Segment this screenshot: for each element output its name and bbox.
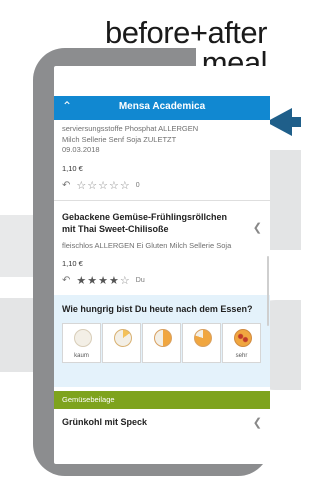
star-icon[interactable]: ☆	[76, 179, 86, 192]
star-icon[interactable]: ★	[87, 274, 97, 287]
hunger-survey: Wie hungrig bist Du heute nach dem Essen…	[54, 295, 270, 387]
hunger-options: kaum sehr	[62, 323, 262, 363]
share-icon[interactable]: ❮	[253, 221, 262, 234]
star-icon[interactable]: ★	[76, 274, 86, 287]
hunger-question: Wie hungrig bist Du heute nach dem Essen…	[62, 304, 253, 314]
pizza-slice-icon	[114, 329, 132, 347]
star-icon[interactable]: ☆	[109, 179, 119, 192]
meal-title: Grünkohl mit Speck	[62, 417, 148, 427]
app-title: Mensa Academica	[118, 101, 206, 112]
undo-icon[interactable]: ↶	[62, 180, 70, 191]
empty-plate-icon	[74, 329, 92, 347]
meal-card: serviersungsstoffe Phosphat ALLERGEN Mil…	[54, 124, 270, 192]
rating-user-label: Du	[135, 277, 145, 284]
allergen-list: serviersungsstoffe Phosphat ALLERGEN Mil…	[62, 124, 262, 156]
divider	[54, 199, 270, 201]
allergen-date: 09.03.2018	[62, 145, 100, 154]
meal-price: 1,10 €	[62, 259, 83, 268]
rating-row: ↶ ★ ★ ★ ★ ☆ Du	[62, 274, 262, 287]
star-icon[interactable]: ☆	[120, 274, 130, 287]
most-pizza-icon	[194, 329, 212, 347]
undo-icon[interactable]: ↶	[62, 275, 70, 286]
app-screen: ⌃ Mensa Academica serviersungsstoffe Pho…	[54, 66, 270, 464]
star-icon[interactable]: ★	[109, 274, 119, 287]
rating-row: ↶ ☆ ☆ ☆ ☆ ☆ 0	[62, 179, 262, 192]
share-icon[interactable]: ❮	[253, 416, 262, 429]
star-icon[interactable]: ★	[98, 274, 108, 287]
rating-count: 0	[135, 181, 140, 189]
hunger-option-2[interactable]	[102, 323, 141, 363]
pointer-arrow-tail	[288, 117, 301, 127]
allergen-line: serviersungsstoffe Phosphat ALLERGEN	[62, 124, 199, 133]
half-pizza-icon	[154, 329, 172, 347]
scrollbar[interactable]	[267, 256, 269, 326]
star-icon[interactable]: ☆	[98, 179, 108, 192]
meal-price: 1,10 €	[62, 163, 83, 173]
hunger-option-4[interactable]	[182, 323, 221, 363]
menu-list: serviersungsstoffe Phosphat ALLERGEN Mil…	[54, 120, 270, 435]
allergen-line: Milch Sellerie Senf Soja ZULETZT	[62, 134, 177, 144]
full-pizza-icon	[234, 329, 252, 347]
meal-card: Gebackene Gemüse-Frühlingsröllchen mit T…	[54, 211, 270, 288]
meal-card: Grünkohl mit Speck ❮	[54, 409, 270, 435]
caption-line-1: before+after	[104, 15, 268, 50]
star-icon[interactable]: ☆	[87, 179, 97, 192]
app-header: ⌃ Mensa Academica	[54, 96, 270, 120]
allergen-list: fleischlos ALLERGEN Ei Gluten Milch Sell…	[62, 240, 232, 250]
hunger-option-5[interactable]: sehr	[222, 323, 261, 363]
hunger-option-label: sehr	[235, 353, 248, 359]
section-header: Gemüsebeilage	[54, 391, 270, 409]
hunger-option-label: kaum	[74, 353, 89, 359]
star-icon[interactable]: ☆	[120, 179, 130, 192]
hunger-option-3[interactable]	[142, 323, 181, 363]
meal-title: Gebackene Gemüse-Frühlingsröllchen mit T…	[62, 211, 228, 234]
hunger-option-1[interactable]: kaum	[62, 323, 101, 363]
